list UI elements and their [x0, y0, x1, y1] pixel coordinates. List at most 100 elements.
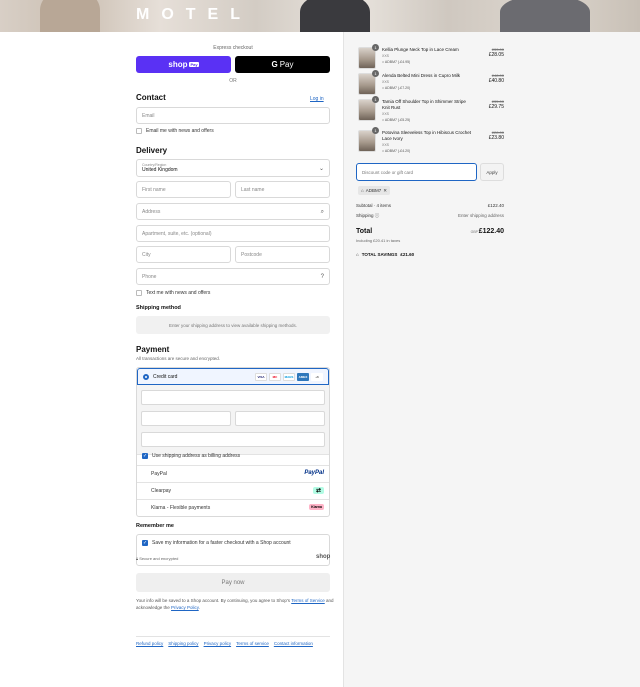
terms-link[interactable]: Terms of Service: [291, 598, 325, 603]
expiry-field[interactable]: [141, 411, 231, 426]
quantity-badge: 1: [372, 44, 379, 51]
product-discount-text: ADBM7 (-£7.20): [384, 86, 411, 90]
text-news-checkbox-row[interactable]: Text me with news and offers: [136, 290, 210, 296]
google-pay-button[interactable]: G Pay: [235, 56, 330, 73]
legal-text: Your info will be saved to a Shop accoun…: [136, 597, 336, 611]
email-news-checkbox[interactable]: [136, 128, 142, 134]
country-value: United Kingdom: [142, 167, 178, 173]
credit-card-option[interactable]: Credit card VISA MC MAES AMEX +6: [137, 368, 329, 385]
search-icon: ⌕: [320, 209, 324, 215]
banner-figure: [40, 0, 100, 32]
total-value: £122.40: [478, 228, 504, 235]
banner-figure: [500, 0, 590, 32]
product-discount-text: ADBM7 (-£4.20): [384, 149, 411, 153]
sale-price: £40.80: [488, 78, 504, 84]
product-discount-text: ADBM7 (-£4.95): [384, 60, 411, 64]
footer-link-contact[interactable]: Contact information: [274, 641, 313, 646]
apply-discount-button[interactable]: Apply: [480, 163, 504, 181]
total-label: Total: [356, 228, 373, 235]
shop-pay-label: shop: [168, 60, 188, 69]
footer-link-refund[interactable]: Refund policy: [136, 641, 163, 646]
phone-field[interactable]: Phone ?: [136, 268, 330, 285]
currency-code: GBP: [470, 230, 478, 234]
card-number-field[interactable]: [141, 390, 325, 405]
delivery-heading: Delivery: [136, 146, 168, 155]
billing-checkbox[interactable]: ✓: [142, 453, 148, 459]
maestro-icon: MAES: [283, 373, 295, 381]
sale-price: £28.05: [488, 52, 504, 58]
subtotal-label: Subtotal · 4 items: [356, 203, 392, 208]
footer-divider: [136, 636, 330, 637]
klarna-label: Klarna - Flexible payments: [151, 505, 211, 511]
cart-item: 1 Potovina Sleeveless Top in Hibiscus Cr…: [358, 127, 504, 153]
remember-checkbox-row[interactable]: ✓ Save my information for a faster check…: [142, 540, 291, 546]
savings-label: TOTAL SAVINGS: [361, 252, 398, 257]
product-name: Kellia Plunge Neck Top in Lace Cream: [382, 47, 459, 52]
postcode-field[interactable]: Postcode: [235, 246, 330, 263]
address-field[interactable]: Address ⌕: [136, 203, 330, 220]
sale-price: £23.80: [488, 135, 504, 141]
city-field[interactable]: City: [136, 246, 231, 263]
clearpay-option[interactable]: Clearpay ⇄: [137, 482, 329, 499]
security-code-field[interactable]: [235, 411, 325, 426]
discount-code-input[interactable]: Discount code or gift card: [356, 163, 477, 181]
remember-label: Save my information for a faster checkou…: [152, 540, 291, 546]
text-news-label: Text me with news and offers: [146, 290, 211, 296]
footer-links: Refund policy Shipping policy Privacy po…: [136, 641, 313, 646]
total-savings: ⌂ TOTAL SAVINGS £21.60: [356, 252, 414, 257]
apartment-field[interactable]: Apartment, suite, etc. (optional): [136, 225, 330, 242]
klarna-option[interactable]: Klarna - Flexible payments Klarna: [137, 499, 329, 516]
secure-label: Secure and encrypted: [139, 556, 179, 561]
address-placeholder: Address: [142, 208, 161, 215]
product-discount-text: ADBM7 (-£5.25): [384, 118, 411, 122]
login-link[interactable]: Log in: [310, 96, 324, 102]
credit-card-radio[interactable]: [143, 373, 149, 380]
paypal-label: PayPal: [151, 471, 167, 477]
cart-item: 1 Tamia Off Shoulder Top in Shimmer Stri…: [358, 96, 504, 122]
product-size: XXS: [382, 54, 390, 58]
footer-link-shipping[interactable]: Shipping policy: [168, 641, 198, 646]
product-size: XXS: [382, 80, 390, 84]
applied-code: ADBM7: [365, 188, 382, 193]
paypal-option[interactable]: PayPal PayPal: [137, 465, 329, 482]
footer-link-terms[interactable]: Terms of service: [236, 641, 269, 646]
last-name-field[interactable]: Last name: [235, 181, 330, 198]
remove-discount-icon[interactable]: ✕: [383, 188, 387, 194]
email-field[interactable]: Email: [136, 107, 330, 124]
quantity-badge: 1: [372, 70, 379, 77]
info-icon[interactable]: ⓘ: [375, 213, 380, 218]
product-discount: ⌂ ADBM7 (-£4.95): [382, 60, 410, 64]
tag-icon: ⌂: [356, 252, 359, 257]
text-news-checkbox[interactable]: [136, 290, 142, 296]
amex-icon: AMEX: [297, 373, 309, 381]
quantity-badge: 1: [372, 96, 379, 103]
card-form: [137, 385, 329, 455]
product-size: XXS: [382, 143, 390, 147]
credit-card-label: Credit card: [153, 373, 178, 380]
name-on-card-field[interactable]: [141, 432, 325, 447]
country-select[interactable]: Country/Region United Kingdom ⌄: [136, 159, 330, 177]
footer-link-privacy[interactable]: Privacy policy: [204, 641, 232, 646]
visa-icon: VISA: [255, 373, 267, 381]
paypal-logo: PayPal: [304, 470, 324, 476]
email-news-checkbox-row[interactable]: Email me with news and offers: [136, 128, 214, 134]
help-icon[interactable]: ?: [321, 274, 324, 280]
tag-icon: ⌂: [361, 188, 364, 193]
email-news-label: Email me with news and offers: [146, 128, 214, 134]
subtotal-value: £122.40: [487, 203, 504, 208]
tax-line: Including £20.41 in taxes: [356, 238, 401, 243]
product-name: Alenda Belted Mini Dress in Cupro Milk: [382, 73, 461, 78]
billing-checkbox-row[interactable]: ✓ Use shipping address as billing addres…: [142, 453, 240, 459]
privacy-link[interactable]: Privacy Policy: [171, 605, 199, 610]
shipping-label: Shipping: [356, 213, 374, 218]
brand-logo[interactable]: MOTEL: [136, 6, 252, 24]
pay-now-button[interactable]: Pay now: [136, 573, 330, 592]
remember-checkbox[interactable]: ✓: [142, 540, 148, 546]
shop-pay-button[interactable]: shop Pay: [136, 56, 231, 73]
clearpay-logo: ⇄: [312, 487, 324, 494]
mastercard-icon: MC: [269, 373, 281, 381]
first-name-field[interactable]: First name: [136, 181, 231, 198]
chevron-down-icon: ⌄: [318, 166, 324, 172]
product-discount: ⌂ ADBM7 (-£7.20): [382, 86, 410, 90]
shipping-row: Shipping ⓘ Enter shipping address: [356, 213, 504, 219]
